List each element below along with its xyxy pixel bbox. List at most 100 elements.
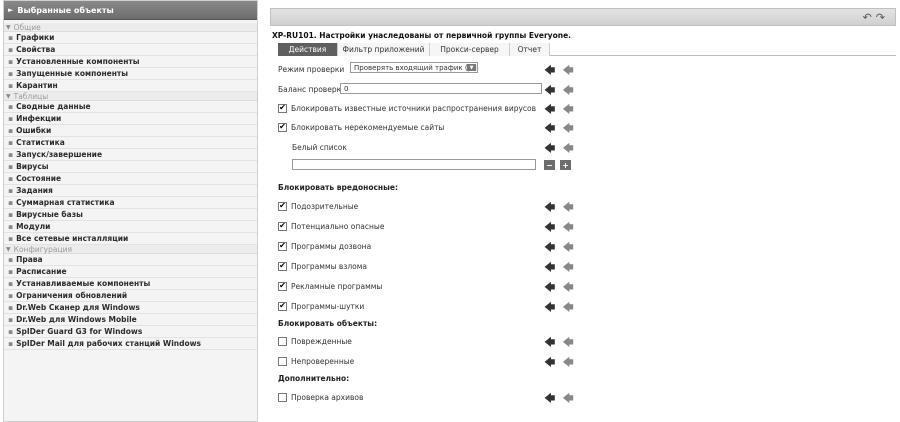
malware-item[interactable]: ✔ Потенциально опасные	[278, 219, 384, 233]
reset-arrows[interactable]: 🡄🡄	[544, 62, 581, 81]
check-mode-select[interactable]: Проверять входящий трафик (рекомен ▼	[350, 62, 478, 73]
reset-arrows[interactable]: 🡄🡄	[544, 199, 581, 218]
sidebar: ► Выбранные объекты ▼ Общие ▪ Графики ▪ Св…	[3, 0, 258, 422]
reset-arrows[interactable]: 🡄🡄	[544, 140, 581, 159]
sidebar-item-scanner-windows[interactable]: ▪ Dr.Web Сканер для Windows	[4, 302, 257, 314]
reset-arrows[interactable]: 🡄🡄	[544, 390, 581, 409]
malware-item[interactable]: ✔ Рекламные программы	[278, 279, 382, 293]
sidebar-item-viruses[interactable]: ▪ Вирусы	[4, 161, 257, 173]
sidebar-item-properties[interactable]: ▪ Свойства	[4, 44, 257, 56]
sidebar-item-tasks[interactable]: ▪ Задания	[4, 185, 257, 197]
extra-item[interactable]: Проверка архивов	[278, 390, 363, 404]
toolbar-icons: ↶↷	[863, 11, 889, 24]
objects-section-title: Блокировать объекты:	[278, 319, 378, 328]
sidebar-group-label: Конфигурация	[13, 244, 72, 254]
collapse-triangle-icon: ▼	[6, 92, 11, 100]
sidebar-group-tables[interactable]: ▼ Таблицы	[4, 92, 257, 101]
page-title: XP-RU101. Настройки унаследованы от перв…	[272, 31, 572, 40]
checkbox[interactable]	[278, 392, 287, 402]
sidebar-item-quarantine[interactable]: ▪ Карантин	[4, 80, 257, 92]
sidebar-item-errors[interactable]: ▪ Ошибки	[4, 125, 257, 137]
reset-arrows[interactable]: 🡄🡄	[544, 279, 581, 298]
block-unrecommended-row[interactable]: ✔ Блокировать нерекомендуемые сайты	[278, 120, 444, 134]
reset-arrows[interactable]: 🡄🡄	[544, 354, 581, 373]
reset-arrows[interactable]: 🡄🡄	[544, 219, 581, 238]
reset-arrows[interactable]: 🡄🡄	[544, 82, 581, 101]
sidebar-item-spider-mail[interactable]: ▪ SpIDer Mail для рабочих станций Windows	[4, 338, 257, 350]
checkbox[interactable]: ✔	[278, 241, 287, 251]
main-panel: ↶↷ XP-RU101. Настройки унаследованы от п…	[270, 0, 900, 422]
sidebar-item-total-statistics[interactable]: ▪ Суммарная статистика	[4, 197, 257, 209]
checkbox[interactable]: ✔	[278, 261, 287, 271]
sidebar-group-general[interactable]: ▼ Общие	[4, 23, 257, 32]
sidebar-header[interactable]: ► Выбранные объекты	[4, 1, 257, 20]
reset-arrows[interactable]: 🡄🡄	[544, 334, 581, 353]
sidebar-item-update-limits[interactable]: ▪ Ограничения обновлений	[4, 290, 257, 302]
checkbox[interactable]: ✔	[278, 221, 287, 231]
tab-bar: Действия Фильтр приложений Прокси-сервер…	[278, 43, 896, 56]
malware-item[interactable]: ✔ Подозрительные	[278, 199, 358, 213]
tab-actions[interactable]: Действия	[278, 43, 338, 56]
block-unrecommended-label: Блокировать нерекомендуемые сайты	[291, 122, 445, 132]
sidebar-group-configuration[interactable]: ▼ Конфигурация	[4, 245, 257, 254]
sidebar-item-running-components[interactable]: ▪ Запущенные компоненты	[4, 68, 257, 80]
block-virus-sources-label: Блокировать известные источники распрост…	[291, 103, 537, 113]
malware-item[interactable]: ✔ Программы-шутки	[278, 299, 364, 313]
sidebar-group-label: Таблицы	[13, 91, 49, 101]
block-virus-sources-checkbox[interactable]: ✔	[278, 103, 287, 113]
collapse-triangle-icon: ▼	[6, 23, 11, 31]
sidebar-item-charts[interactable]: ▪ Графики	[4, 32, 257, 44]
chevron-down-icon[interactable]: ▼	[467, 64, 476, 71]
sidebar-item-summary[interactable]: ▪ Сводные данные	[4, 101, 257, 113]
reset-arrows[interactable]: 🡄🡄	[544, 259, 581, 278]
whitelist-input[interactable]	[292, 159, 536, 170]
balance-input[interactable]: 0	[340, 83, 542, 94]
checkbox[interactable]: ✔	[278, 301, 287, 311]
sidebar-item-virus-bases[interactable]: ▪ Вирусные базы	[4, 209, 257, 221]
checkbox[interactable]: ✔	[278, 281, 287, 291]
malware-section-title: Блокировать вредоносные:	[278, 183, 398, 192]
objects-item[interactable]: Поврежденные	[278, 334, 352, 348]
sidebar-item-spider-guard[interactable]: ▪ SpIDer Guard G3 for Windows	[4, 326, 257, 338]
malware-item[interactable]: ✔ Программы взлома	[278, 259, 367, 273]
sidebar-item-installed-components[interactable]: ▪ Установленные компоненты	[4, 56, 257, 68]
sidebar-item-schedule[interactable]: ▪ Расписание	[4, 266, 257, 278]
block-unrecommended-checkbox[interactable]: ✔	[278, 122, 287, 132]
checkbox[interactable]	[278, 356, 287, 366]
block-virus-sources-row[interactable]: ✔ Блокировать известные источники распро…	[278, 101, 536, 115]
sidebar-item-modules[interactable]: ▪ Модули	[4, 221, 257, 233]
toolbar: ↶↷	[270, 8, 896, 26]
check-mode-value: Проверять входящий трафик (рекомен	[354, 63, 477, 72]
malware-item[interactable]: ✔ Программы дозвона	[278, 239, 371, 253]
sidebar-header-label: Выбранные объекты	[17, 5, 114, 15]
sidebar-item-network-installs[interactable]: ▪ Все сетевые инсталляции	[4, 233, 257, 245]
reset-arrows[interactable]: 🡄🡄	[544, 101, 581, 120]
tab-proxy[interactable]: Прокси-сервер	[430, 43, 510, 56]
reset-arrows[interactable]: 🡄🡄	[544, 120, 581, 139]
whitelist-label-row: Белый список	[292, 140, 347, 154]
sidebar-item-windows-mobile[interactable]: ▪ Dr.Web для Windows Mobile	[4, 314, 257, 326]
reset-icon[interactable]: ↷	[876, 11, 889, 24]
check-mode-label: Режим проверки	[278, 64, 345, 74]
sidebar-item-start-stop[interactable]: ▪ Запуск/завершение	[4, 149, 257, 161]
tab-report[interactable]: Отчет	[510, 43, 550, 56]
checkbox[interactable]: ✔	[278, 201, 287, 211]
balance-label: Баланс проверки	[278, 84, 346, 94]
restore-icon[interactable]: ↶	[863, 11, 876, 24]
collapse-triangle-icon: ▼	[6, 245, 11, 253]
reset-arrows[interactable]: 🡄🡄	[544, 239, 581, 258]
expand-arrow-icon: ►	[8, 6, 14, 14]
tab-app-filter[interactable]: Фильтр приложений	[338, 43, 430, 56]
sidebar-item-statistics[interactable]: ▪ Статистика	[4, 137, 257, 149]
extra-section-title: Дополнительно:	[278, 374, 350, 383]
sidebar-item-status[interactable]: ▪ Состояние	[4, 173, 257, 185]
checkbox[interactable]	[278, 336, 287, 346]
sidebar-group-label: Общие	[13, 22, 41, 32]
remove-button[interactable]: −	[544, 160, 555, 170]
sidebar-item-installable-components[interactable]: ▪ Устанавливаемые компоненты	[4, 278, 257, 290]
reset-arrows[interactable]: 🡄🡄	[544, 299, 581, 318]
sidebar-item-rights[interactable]: ▪ Права	[4, 254, 257, 266]
add-button[interactable]: +	[560, 160, 571, 170]
objects-item[interactable]: Непроверенные	[278, 354, 354, 368]
sidebar-item-infections[interactable]: ▪ Инфекции	[4, 113, 257, 125]
